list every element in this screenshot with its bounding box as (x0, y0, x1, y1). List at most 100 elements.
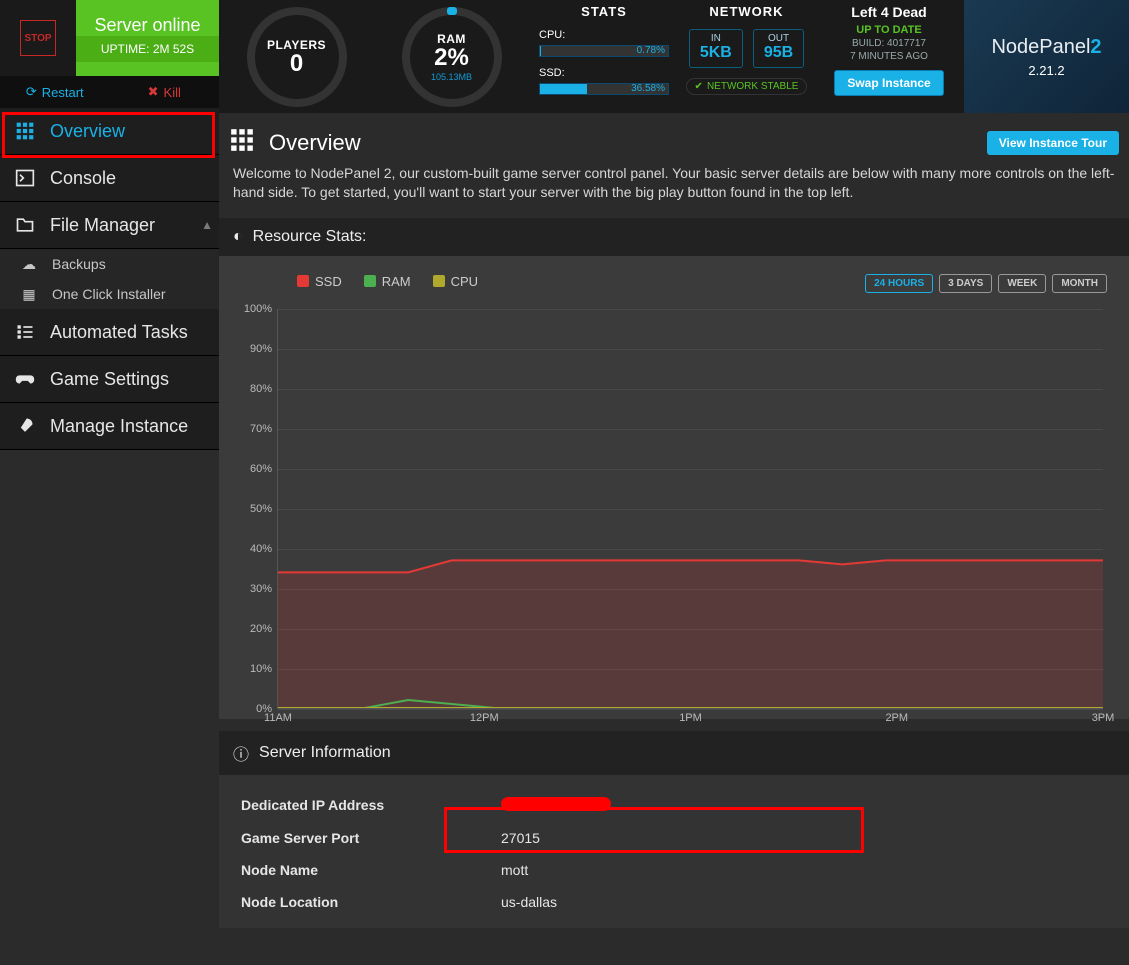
ssd-bar: 36.58% (539, 83, 669, 95)
nav-backups-label: Backups (52, 256, 106, 272)
topbar: PLAYERS 0 RAM 2% 105.13MB STATS CPU: 0.7… (219, 0, 1129, 113)
server-info-title: Server Information (259, 744, 391, 762)
game-name: Left 4 Dead (851, 4, 926, 20)
nav-manage-instance[interactable]: Manage Instance (0, 403, 219, 450)
network-title: NETWORK (709, 4, 783, 19)
rocket-icon (14, 415, 36, 437)
check-icon: ✔ (695, 81, 703, 92)
main: Overview View Instance Tour Welcome to N… (219, 113, 1129, 928)
tasks-icon (14, 321, 36, 343)
nav-one-click[interactable]: ▦ One Click Installer (0, 279, 219, 309)
gauge-arc-icon (447, 7, 457, 15)
network-cell: NETWORK IN 5KB OUT 95B ✔ NETWORK STABLE (679, 0, 814, 113)
net-out-value: 95B (764, 44, 793, 62)
overview-header: Overview View Instance Tour (219, 113, 1129, 164)
kill-icon: ✖ (148, 84, 159, 100)
status-block: STOP Server online UPTIME: 2M 52S (0, 0, 219, 76)
legend-ram-label: RAM (382, 274, 411, 289)
network-status: ✔ NETWORK STABLE (686, 78, 808, 95)
server-status: Server online UPTIME: 2M 52S (76, 0, 219, 76)
nav: Overview Console File Manager ▲ ☁ Backup… (0, 108, 219, 450)
restart-label: Restart (42, 85, 84, 100)
info-row-node: Node Name mott (219, 854, 1129, 886)
port-key: Game Server Port (241, 830, 501, 846)
nav-automated-tasks[interactable]: Automated Tasks (0, 309, 219, 356)
swap-instance-button[interactable]: Swap Instance (834, 70, 943, 96)
info-row-ip: Dedicated IP Address (219, 789, 1129, 822)
range-buttons: 24 HOURS 3 DAYS WEEK MONTH (865, 274, 1107, 293)
net-in: IN 5KB (689, 29, 743, 68)
game-cell: Left 4 Dead UP TO DATE BUILD: 4017717 7 … (814, 0, 964, 113)
stop-cell: STOP (0, 0, 76, 76)
legend-ram: RAM (364, 274, 411, 289)
brand-version: 2.21.2 (1028, 63, 1064, 78)
gauge-players: PLAYERS 0 (219, 0, 374, 113)
nav-game-settings-label: Game Settings (50, 369, 169, 390)
resource-stats-header: ◐ Resource Stats: (219, 218, 1129, 256)
nav-file-manager-label: File Manager (50, 215, 155, 236)
grid-icon (14, 120, 36, 142)
view-tour-button[interactable]: View Instance Tour (987, 131, 1119, 155)
range-3d-button[interactable]: 3 DAYS (939, 274, 992, 293)
range-month-button[interactable]: MONTH (1052, 274, 1107, 293)
net-out: OUT 95B (753, 29, 804, 68)
ram-value: 2% (434, 46, 469, 70)
nav-overview[interactable]: Overview (0, 108, 219, 155)
server-info-body: Dedicated IP Address Game Server Port 27… (219, 775, 1129, 928)
redacted-ip (501, 797, 611, 811)
build-line: BUILD: 4017717 (852, 38, 926, 49)
kill-label: Kill (164, 85, 181, 100)
cpu-label: CPU: (539, 29, 565, 41)
restart-kill-row: ⟳ Restart ✖ Kill (0, 76, 219, 108)
node-key: Node Name (241, 862, 501, 878)
info-row-port: Game Server Port 27015 (219, 822, 1129, 854)
brand-cell: NodePanel2 2.21.2 (964, 0, 1129, 113)
ip-value (501, 797, 611, 814)
dashboard-icon: ◐ (233, 228, 243, 246)
folder-icon (14, 214, 36, 236)
range-24h-button[interactable]: 24 HOURS (865, 274, 933, 293)
brand-name: NodePanel2 (991, 36, 1101, 59)
ssd-label: SSD: (539, 67, 565, 79)
nav-console[interactable]: Console (0, 155, 219, 202)
legend-cpu: CPU (433, 274, 478, 289)
loc-key: Node Location (241, 894, 501, 910)
nav-manage-instance-label: Manage Instance (50, 416, 188, 437)
chart-area: SSD RAM CPU 24 HOURS 3 DAYS WEEK MONTH 0… (219, 256, 1129, 719)
resource-chart: 0%10%20%30%40%50%60%70%80%90%100%11AM12P… (277, 309, 1103, 709)
legend-cpu-label: CPU (451, 274, 478, 289)
console-icon (14, 167, 36, 189)
restart-button[interactable]: ⟳ Restart (0, 76, 110, 108)
ssd-pct: 36.58% (631, 83, 665, 94)
sidebar: STOP Server online UPTIME: 2M 52S ⟳ Rest… (0, 0, 219, 450)
players-value: 0 (290, 52, 303, 76)
build-value: 4017717 (887, 38, 926, 49)
nav-file-manager[interactable]: File Manager ▲ (0, 202, 219, 249)
overview-title: Overview (269, 130, 361, 156)
nav-game-settings[interactable]: Game Settings (0, 356, 219, 403)
network-status-label: NETWORK STABLE (707, 81, 799, 92)
range-week-button[interactable]: WEEK (998, 274, 1046, 293)
stats-title: STATS (581, 4, 627, 19)
welcome-text: Welcome to NodePanel 2, our custom-built… (219, 164, 1129, 218)
loc-value: us-dallas (501, 894, 557, 910)
node-value: mott (501, 862, 528, 878)
info-row-loc: Node Location us-dallas (219, 886, 1129, 918)
ip-key: Dedicated IP Address (241, 797, 501, 814)
brand-num: 2 (1090, 36, 1101, 58)
info-icon: ⓘ (233, 741, 249, 765)
nav-backups[interactable]: ☁ Backups (0, 249, 219, 279)
overview-grid-icon (229, 127, 255, 158)
net-in-label: IN (700, 33, 732, 44)
build-when: 7 MINUTES AGO (850, 51, 928, 62)
kill-button[interactable]: ✖ Kill (110, 76, 220, 108)
net-in-value: 5KB (700, 44, 732, 62)
stop-button[interactable]: STOP (20, 20, 56, 56)
cpu-pct: 0.78% (637, 45, 665, 56)
nav-one-click-label: One Click Installer (52, 286, 166, 302)
net-out-label: OUT (764, 33, 793, 44)
nav-console-label: Console (50, 168, 116, 189)
restart-icon: ⟳ (26, 84, 37, 100)
stats-cell: STATS CPU: 0.78% SSD: 36.58% (529, 0, 679, 113)
port-value: 27015 (501, 830, 540, 846)
